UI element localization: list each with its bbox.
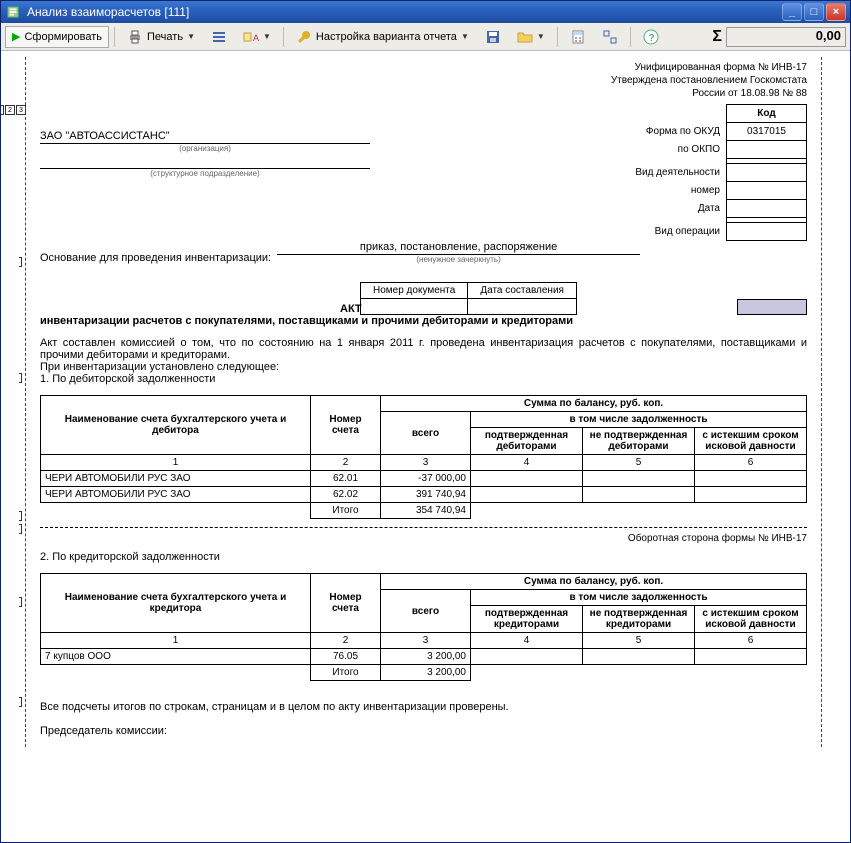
chairman-label: Председатель комиссии: bbox=[40, 725, 807, 737]
chevron-down-icon: ▼ bbox=[461, 32, 469, 41]
save-icon bbox=[485, 29, 501, 45]
text-format-button[interactable]: A ▼ bbox=[236, 26, 278, 48]
table-row: 7 купцов ООО76.053 200,00 bbox=[41, 649, 807, 665]
uniform-form-info: Унифицированная форма № ИНВ-17 Утвержден… bbox=[40, 57, 807, 100]
chevron-down-icon: ▼ bbox=[537, 32, 545, 41]
highlight-cell bbox=[737, 299, 807, 315]
act-label: АКТ bbox=[40, 303, 362, 315]
fold-toggle[interactable]: − bbox=[19, 524, 22, 534]
help-icon: ? bbox=[643, 29, 659, 45]
reverse-side-label: Оборотная сторона формы № ИНВ-17 bbox=[40, 532, 807, 545]
save-button[interactable] bbox=[478, 26, 508, 48]
close-button[interactable]: × bbox=[826, 3, 846, 21]
print-button[interactable]: Печать ▼ bbox=[120, 26, 202, 48]
fold-toggle[interactable]: − bbox=[19, 257, 22, 267]
app-icon bbox=[5, 4, 21, 20]
section-2: 2. По кредиторской задолженности bbox=[40, 551, 807, 563]
maximize-button[interactable]: □ bbox=[804, 3, 824, 21]
chevron-down-icon: ▼ bbox=[187, 32, 195, 41]
codes-table: Код Форма по ОКУД0317015 по ОКПО Вид дея… bbox=[629, 104, 807, 241]
grid-view-button[interactable] bbox=[204, 26, 234, 48]
table-bounds-icon bbox=[602, 29, 618, 45]
calc-button[interactable] bbox=[563, 26, 593, 48]
printer-icon bbox=[127, 29, 143, 45]
play-icon: ▶ bbox=[12, 30, 20, 43]
credit-table: Наименование счета бухгалтерского учета … bbox=[40, 573, 807, 681]
outline-gutter: 1 2 3 bbox=[1, 51, 19, 842]
separator bbox=[557, 27, 558, 47]
report-settings-button[interactable]: Настройка варианта отчета ▼ bbox=[289, 26, 476, 48]
outline-level-2[interactable]: 2 bbox=[5, 105, 15, 115]
form-button[interactable]: ▶ Сформировать bbox=[5, 26, 109, 48]
calc-icon bbox=[570, 29, 586, 45]
toolbar: ▶ Сформировать Печать ▼ A ▼ Настройка ва… bbox=[1, 23, 850, 51]
svg-text:?: ? bbox=[648, 33, 654, 44]
window-title: Анализ взаиморасчетов [111] bbox=[27, 5, 189, 19]
open-button[interactable]: ▼ bbox=[510, 26, 552, 48]
separator bbox=[283, 27, 284, 47]
basis-value: приказ, постановление, распоряжение bbox=[277, 241, 640, 255]
sigma-icon: Σ bbox=[712, 28, 722, 46]
fold-toggle[interactable]: − bbox=[19, 597, 22, 607]
page-break bbox=[40, 527, 807, 528]
grid-icon bbox=[211, 29, 227, 45]
folder-open-icon bbox=[517, 29, 533, 45]
chevron-down-icon: ▼ bbox=[263, 32, 271, 41]
minimize-button[interactable]: _ bbox=[782, 3, 802, 21]
outline-level-1[interactable]: 1 bbox=[1, 105, 4, 115]
sigma-value[interactable]: 0,00 bbox=[726, 27, 846, 47]
debit-table: Наименование счета бухгалтерского учета … bbox=[40, 395, 807, 519]
footer-line: Все подсчеты итогов по строкам, страница… bbox=[40, 701, 807, 713]
table-row: ЧЕРИ АВТОМОБИЛИ РУС ЗАО62.02391 740,94 bbox=[41, 487, 807, 503]
basis-label: Основание для проведения инвентаризации: bbox=[40, 252, 271, 264]
format-icon: A bbox=[243, 29, 259, 45]
fold-toggle[interactable]: − bbox=[19, 373, 22, 383]
act-title: инвентаризации расчетов с покупателями, … bbox=[40, 315, 807, 327]
report-page[interactable]: − − − − − − Унифицированная форма № ИНВ-… bbox=[19, 51, 850, 842]
table-row: ЧЕРИ АВТОМОБИЛИ РУС ЗАО62.01-37 000,00 bbox=[41, 471, 807, 487]
separator bbox=[630, 27, 631, 47]
wrench-icon bbox=[296, 29, 312, 45]
titlebar: Анализ взаиморасчетов [111] _ □ × bbox=[1, 1, 850, 23]
separator bbox=[114, 27, 115, 47]
paragraph: Акт составлен комиссией о том, что по со… bbox=[40, 337, 807, 361]
org-name: ЗАО "АВТОАССИСТАНС" bbox=[40, 130, 370, 144]
fold-toggle[interactable]: − bbox=[19, 511, 22, 521]
fold-toggle[interactable]: − bbox=[19, 697, 22, 707]
svg-text:A: A bbox=[253, 33, 259, 43]
help-button[interactable]: ? bbox=[636, 26, 666, 48]
table-bounds-button[interactable] bbox=[595, 26, 625, 48]
